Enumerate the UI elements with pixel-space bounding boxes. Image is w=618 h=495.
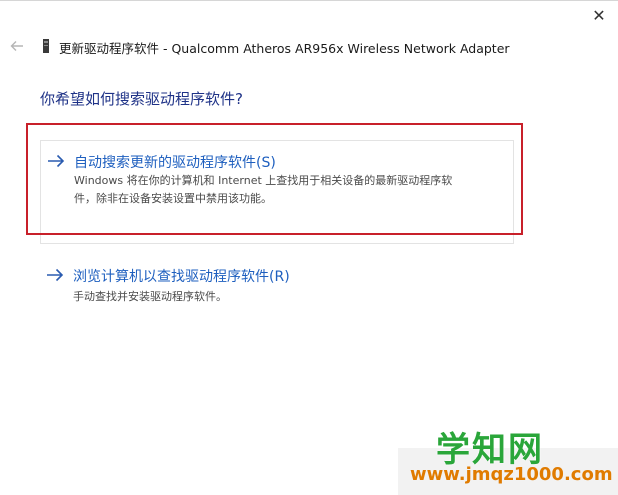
browse-computer-title: 浏览计算机以查找驱动程序软件(R) [73,269,290,285]
browse-computer-option[interactable]: 浏览计算机以查找驱动程序软件(R) 手动查找并安装驱动程序软件。 [40,258,512,310]
back-arrow-icon[interactable] [9,38,25,54]
network-adapter-icon [43,39,49,53]
site-watermark: 学知网 www.jmqz1000.com [398,430,618,495]
auto-search-description: Windows 将在你的计算机和 Internet 上查找用于相关设备的最新驱动… [74,172,452,208]
close-button[interactable]: ✕ [582,2,616,28]
dialog-header: 更新驱动程序软件 - Qualcomm Atheros AR956x Wirel… [0,34,618,60]
auto-search-desc-line: 件，除非在设备安装设置中禁用该功能。 [74,192,272,205]
auto-search-desc-line: Windows 将在你的计算机和 Internet 上查找用于相关设备的最新驱动… [74,174,453,187]
arrow-right-icon [48,154,65,168]
browse-computer-description: 手动查找并安装驱动程序软件。 [73,290,227,303]
search-question: 你希望如何搜索驱动程序软件? [40,90,243,108]
update-driver-dialog: ✕ 更新驱动程序软件 - Qualcomm Atheros AR956x Wir… [0,0,618,495]
dialog-title: 更新驱动程序软件 - Qualcomm Atheros AR956x Wirel… [59,41,510,56]
arrow-right-icon [47,268,64,282]
auto-search-title: 自动搜索更新的驱动程序软件(S) [74,155,276,171]
window-top-border [0,0,618,1]
watermark-url: www.jmqz1000.com [410,464,613,485]
auto-search-option[interactable]: 自动搜索更新的驱动程序软件(S) Windows 将在你的计算机和 Intern… [40,140,514,244]
close-icon: ✕ [592,5,606,25]
